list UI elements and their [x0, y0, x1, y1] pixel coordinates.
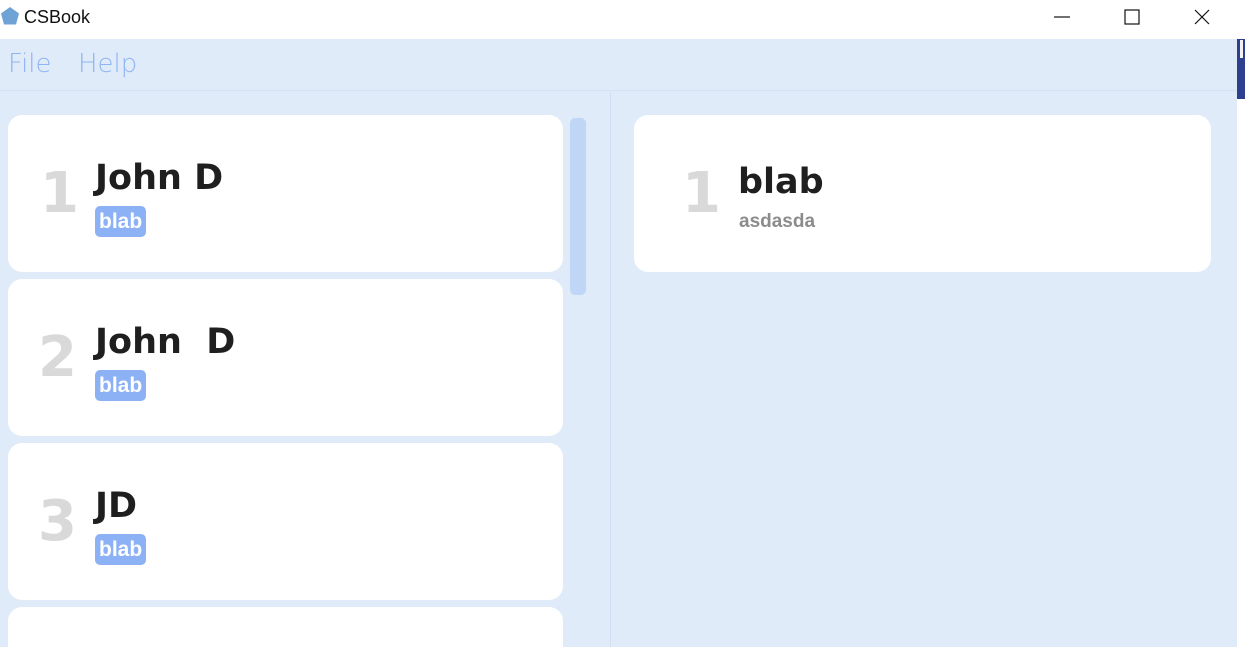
- pentagon-app-icon: [0, 6, 20, 26]
- person-tag: blab: [95, 206, 147, 237]
- person-index: 2: [38, 325, 77, 390]
- detail-title: blab: [738, 162, 824, 202]
- title-bar: CSBook: [0, 0, 1237, 39]
- close-button[interactable]: [1167, 0, 1237, 34]
- person-index: 1: [40, 161, 79, 226]
- maximize-button[interactable]: [1097, 0, 1167, 34]
- detail-card[interactable]: 1 blab asdasda: [634, 115, 1211, 272]
- minimize-icon: [1053, 8, 1071, 26]
- person-name: John D: [95, 322, 236, 362]
- detail-index: 1: [682, 161, 721, 226]
- person-name: JD: [95, 486, 138, 526]
- menu-file[interactable]: File: [8, 49, 52, 79]
- list-scrollbar-thumb[interactable]: [570, 118, 586, 295]
- person-index: 3: [38, 489, 77, 554]
- person-tag: blab: [95, 534, 147, 565]
- person-name: John D: [95, 158, 224, 198]
- desktop-edge-mark: [1240, 40, 1243, 58]
- person-tag: blab: [95, 370, 147, 401]
- person-card[interactable]: 2 John D blab: [8, 279, 563, 436]
- close-icon: [1193, 8, 1211, 26]
- menu-bar: File Help: [0, 39, 1237, 91]
- person-card[interactable]: 1 John D blab: [8, 115, 563, 272]
- detail-subtitle: asdasda: [739, 211, 816, 232]
- maximize-icon: [1123, 8, 1141, 26]
- panel-divider[interactable]: [610, 92, 611, 647]
- app-window: File Help 1 John D blab 2 John D blab 3 …: [0, 39, 1237, 647]
- menu-help[interactable]: Help: [78, 49, 137, 79]
- person-card[interactable]: [8, 607, 563, 647]
- minimize-button[interactable]: [1027, 0, 1097, 34]
- window-title: CSBook: [24, 7, 91, 27]
- person-card[interactable]: 3 JD blab: [8, 443, 563, 600]
